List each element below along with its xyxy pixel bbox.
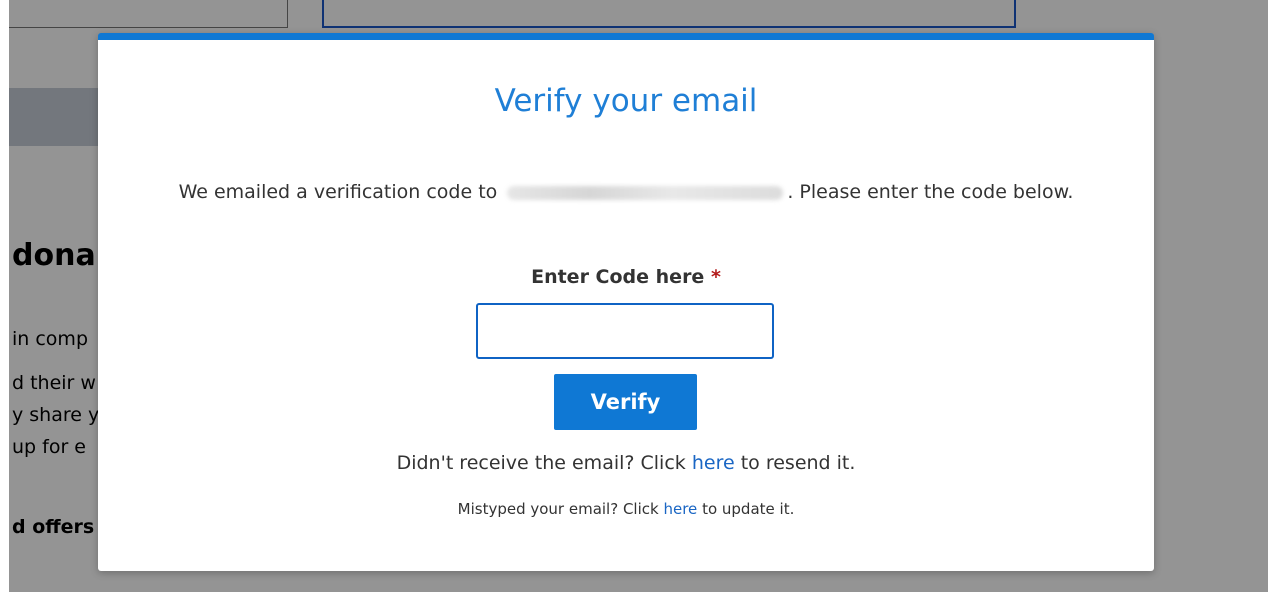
page-edge	[0, 0, 9, 592]
verify-email-modal: Verify your email We emailed a verificat…	[98, 33, 1154, 571]
code-label: Enter Code here *	[98, 266, 1154, 288]
verification-code-input[interactable]	[476, 303, 774, 359]
required-marker: *	[710, 266, 721, 288]
update-text-end: to update it.	[702, 500, 795, 518]
code-label-text: Enter Code here	[531, 266, 705, 288]
verification-message: We emailed a verification code to . Plea…	[98, 177, 1154, 208]
resend-link[interactable]: here	[692, 452, 735, 474]
intro-text-end: . Please enter the code below.	[787, 181, 1074, 203]
resend-line: Didn't receive the email? Click here to …	[98, 452, 1154, 474]
resend-text-end: to resend it.	[740, 452, 856, 474]
update-email-link[interactable]: here	[663, 500, 697, 518]
intro-text: We emailed a verification code to	[178, 181, 498, 203]
modal-title: Verify your email	[494, 83, 758, 119]
update-email-line: Mistyped your email? Click here to updat…	[98, 500, 1154, 518]
redacted-email	[507, 185, 784, 200]
update-text: Mistyped your email? Click	[457, 500, 659, 518]
resend-text: Didn't receive the email? Click	[396, 452, 686, 474]
verify-button[interactable]: Verify	[554, 374, 697, 430]
